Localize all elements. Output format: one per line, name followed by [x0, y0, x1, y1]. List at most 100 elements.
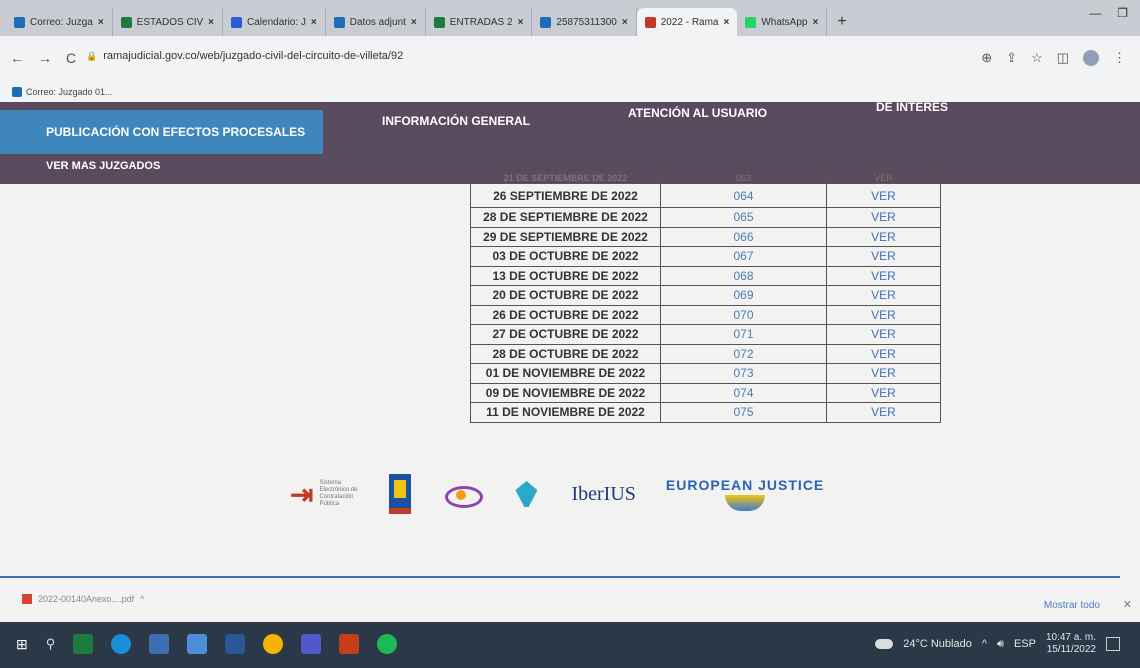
browser-tab[interactable]: Datos adjunt × [326, 8, 426, 36]
calendar-app-icon[interactable] [187, 634, 208, 654]
table-row: 03 DE OCTUBRE DE 2022 067 VER [470, 246, 941, 267]
explorer-icon[interactable] [149, 634, 170, 654]
weather-text[interactable]: 24°C Nublado [903, 638, 972, 650]
iberius-logo[interactable]: IberIUS [571, 483, 635, 506]
download-item[interactable]: 2022-00140Anexo....pdf ^ [22, 594, 144, 604]
row-numero: 074 [660, 382, 827, 403]
nav-de-interes[interactable]: DE INTERÉS [876, 100, 948, 114]
clock[interactable]: 10:47 a. m. 15/11/2022 [1046, 632, 1096, 656]
tab-close-icon[interactable]: × [311, 17, 317, 28]
table-row: 26 DE OCTUBRE DE 2022 070 VER [470, 304, 941, 325]
table-row: 11 DE NOVIEMBRE DE 2022 075 VER [470, 402, 941, 423]
tab-close-icon[interactable]: × [518, 17, 524, 28]
login-arrow-icon: ⇥ [290, 478, 314, 510]
chevron-up-icon[interactable]: ^ [982, 638, 987, 650]
edge-icon[interactable] [111, 634, 132, 654]
back-icon[interactable]: ← [10, 50, 24, 66]
window-controls: — ❐ [1089, 6, 1128, 20]
row-ver-link[interactable]: VER [826, 343, 941, 364]
tab-close-icon[interactable]: × [411, 17, 417, 28]
spotify-icon[interactable] [377, 634, 398, 654]
comision-logo[interactable] [441, 482, 484, 508]
row-ver-link[interactable]: VER [826, 285, 941, 306]
new-tab-button[interactable]: + [827, 8, 856, 36]
nav-ver-mas-juzgados[interactable]: VER MAS JUZGADOS [46, 160, 160, 172]
close-icon[interactable]: ✕ [1123, 598, 1132, 611]
browser-tab[interactable]: 25875311300 × [532, 8, 637, 36]
language-indicator[interactable]: ESP [1014, 638, 1036, 650]
browser-tab[interactable]: ESTADOS CIV × [113, 8, 223, 36]
row-ver-link[interactable]: VER [826, 226, 941, 247]
row-ver-link[interactable]: VER [826, 304, 941, 325]
row-fecha: 03 DE OCTUBRE DE 2022 [470, 246, 661, 267]
url-text: ramajudicial.gov.co/web/juzgado-civil-de… [103, 50, 404, 62]
powerpoint-icon[interactable] [339, 634, 360, 654]
search-icon[interactable]: ⚲ [46, 636, 56, 652]
nav-atencion-usuario[interactable]: ATENCIÓN AL USUARIO [628, 106, 767, 120]
bookmark-item[interactable]: Correo: Juzgado 01... [26, 87, 113, 97]
row-numero: 065 [660, 207, 827, 228]
row-ver-link[interactable]: VER [826, 265, 941, 286]
tab-title: Calendario: J [247, 16, 306, 28]
address-bar[interactable]: 🔒 ramajudicial.gov.co/web/juzgado-civil-… [86, 50, 403, 62]
profile-avatar[interactable] [1083, 50, 1099, 66]
row-fecha: 11 DE NOVIEMBRE DE 2022 [470, 402, 661, 423]
tab-favicon-icon [540, 16, 552, 28]
browser-tab[interactable]: 2022 - Rama × [636, 8, 738, 36]
reload-icon[interactable]: C [66, 50, 76, 66]
page-content: 21 DE SEPTIEMBRE DE 2022 063 VER 26 SEPT… [0, 172, 1140, 580]
word-icon[interactable] [225, 634, 246, 654]
browser-tab[interactable]: ENTRADAS 2 × [426, 8, 533, 36]
system-tray: 24°C Nublado ^ 🔊︎ ESP 10:47 a. m. 15/11/… [875, 632, 1120, 656]
forward-icon[interactable]: → [38, 50, 52, 66]
show-all-link[interactable]: Mostrar todo [1044, 600, 1100, 611]
table-row: 28 DE OCTUBRE DE 2022 072 VER [470, 343, 941, 364]
tab-close-icon[interactable]: × [208, 17, 214, 28]
row-ver-link[interactable]: VER [826, 402, 941, 423]
chrome-icon[interactable] [263, 634, 284, 654]
table-row: 27 DE OCTUBRE DE 2022 071 VER [470, 324, 941, 345]
nav-publicacion[interactable]: PUBLICACIÓN CON EFECTOS PROCESALES [0, 110, 324, 154]
partner-logos: ⇥ Sistema Electrónico de Contratación Pú… [290, 474, 824, 514]
nav-informacion-general[interactable]: INFORMACIÓN GENERAL [382, 114, 530, 128]
chevron-up-icon[interactable]: ^ [140, 594, 144, 604]
teams-icon[interactable] [301, 634, 322, 654]
ejustice-logo[interactable]: EUROPEAN JUSTICE [666, 477, 824, 511]
estados-table: 21 DE SEPTIEMBRE DE 2022 063 VER 26 SEPT… [470, 172, 941, 423]
browser-tab[interactable]: Correo: Juzga × [6, 8, 113, 36]
row-ver-link[interactable]: VER [826, 382, 941, 403]
consejo-logo[interactable] [511, 479, 541, 509]
browser-tab[interactable]: WhatsApp × [737, 8, 828, 36]
sidepanel-icon[interactable]: ◫ [1057, 50, 1069, 66]
zoom-icon[interactable]: ⊕ [981, 50, 992, 66]
table-row: 20 DE OCTUBRE DE 2022 069 VER [470, 285, 941, 306]
row-fecha: 26 DE OCTUBRE DE 2022 [470, 304, 661, 325]
maximize-icon[interactable]: ❐ [1117, 6, 1128, 20]
windows-start-icon[interactable]: ⊞ [16, 636, 28, 653]
bookmark-star-icon[interactable]: ☆ [1031, 50, 1043, 66]
volume-icon[interactable]: 🔊︎ [997, 638, 1004, 651]
tab-favicon-icon [745, 16, 757, 28]
row-ver-link[interactable]: VER [826, 324, 941, 345]
row-numero: 073 [660, 363, 827, 384]
minimize-icon[interactable]: — [1089, 6, 1101, 20]
excel-icon[interactable] [73, 634, 94, 654]
share-icon[interactable]: ⇪ [1006, 50, 1017, 66]
row-ver-link[interactable]: VER [826, 172, 941, 184]
row-numero: 063 [660, 172, 827, 184]
tab-close-icon[interactable]: × [724, 17, 730, 28]
tab-close-icon[interactable]: × [812, 17, 818, 28]
row-numero: 075 [660, 402, 827, 423]
browser-tab[interactable]: Calendario: J × [223, 8, 326, 36]
tab-close-icon[interactable]: × [622, 17, 628, 28]
tab-close-icon[interactable]: × [98, 17, 104, 28]
menu-icon[interactable]: ⋮ [1113, 50, 1126, 66]
secop-logo[interactable]: ⇥ Sistema Electrónico de Contratación Pú… [290, 478, 359, 511]
row-ver-link[interactable]: VER [826, 183, 941, 208]
notification-icon[interactable] [1106, 637, 1120, 651]
row-ver-link[interactable]: VER [826, 207, 941, 228]
row-ver-link[interactable]: VER [826, 363, 941, 384]
pdf-icon [22, 594, 32, 604]
fiscalia-logo[interactable] [389, 474, 412, 514]
row-ver-link[interactable]: VER [826, 246, 941, 267]
